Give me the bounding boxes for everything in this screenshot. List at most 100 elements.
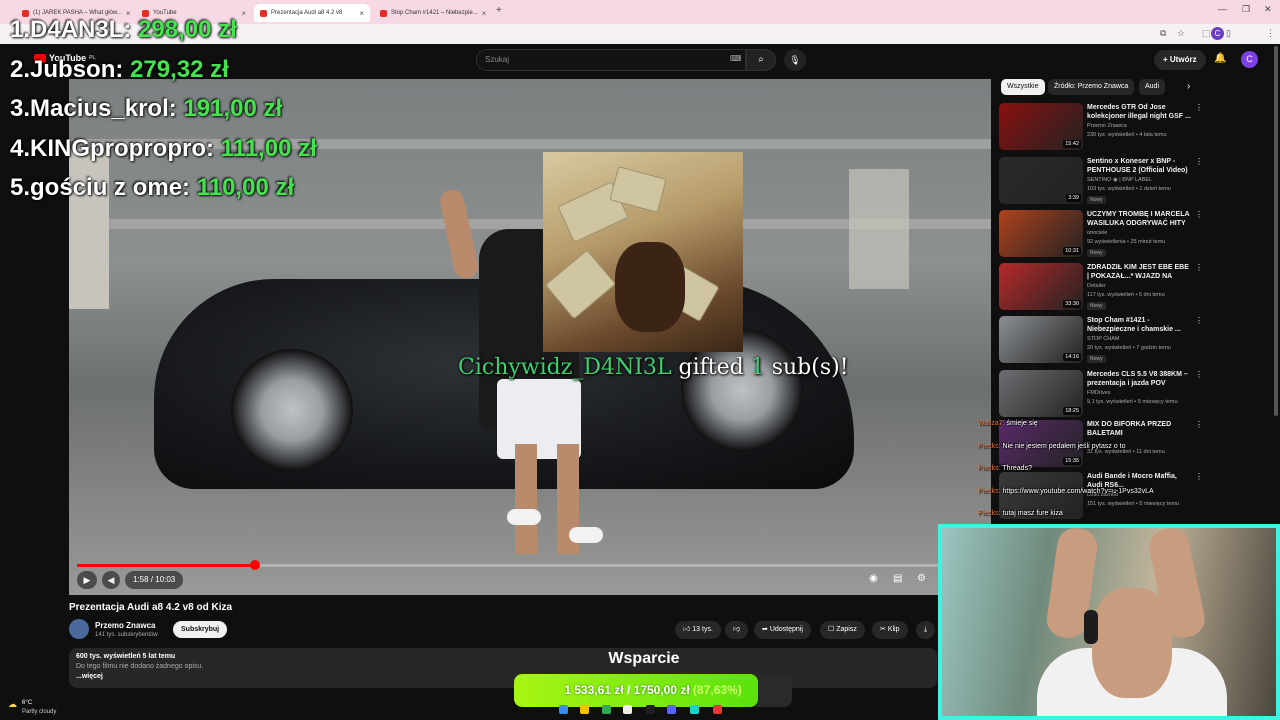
recommendation-channel[interactable]: SENTINO ◉ | BNP LABEL bbox=[1087, 177, 1152, 183]
video-thumbnail[interactable]: 14:16 bbox=[999, 316, 1083, 363]
recommendation-item[interactable]: 10:31 UCZYMY TROMBĘ I MARCELA WASILUKA OD… bbox=[999, 210, 1203, 262]
recommendation-channel[interactable]: STOP CHAM bbox=[1087, 336, 1120, 342]
clip-button[interactable]: ✂ Klip bbox=[872, 621, 908, 639]
voice-search-button[interactable]: 🎙 bbox=[784, 49, 806, 71]
recommendation-item[interactable]: 15:42 Mercedes GTR Od Jose kolekcjoner il… bbox=[999, 103, 1203, 155]
subscribe-button[interactable]: Subskrybuj bbox=[173, 621, 228, 638]
discord-icon[interactable] bbox=[667, 705, 676, 714]
more-options-icon[interactable]: ⋮ bbox=[1195, 370, 1203, 379]
recommendation-channel[interactable]: Detailer bbox=[1087, 283, 1106, 289]
close-tab-icon[interactable]: × bbox=[482, 9, 487, 18]
download-button[interactable]: ⤓ bbox=[916, 621, 936, 639]
recommendation-title[interactable]: Mercedes GTR Od Jose kolekcjoner illegal… bbox=[1087, 103, 1191, 121]
video-thumbnail[interactable]: 18:25 bbox=[999, 370, 1083, 417]
recommendation-title[interactable]: UCZYMY TROMBĘ I MARCELA WASILUKA ODGRYWA… bbox=[1087, 210, 1191, 228]
recommendation-item[interactable]: 18:25 Mercedes CLS 5.5 V8 388KM – prezent… bbox=[999, 370, 1203, 422]
chrome-icon[interactable] bbox=[602, 705, 611, 714]
progress-scrubber[interactable] bbox=[249, 560, 260, 570]
video-duration: 14:16 bbox=[1063, 353, 1081, 361]
recommendation-item[interactable]: 3:39 Sentino x Koneser x BNP - PENTHOUSE … bbox=[999, 157, 1203, 209]
money-gif-overlay bbox=[543, 152, 743, 352]
new-badge: Nowy bbox=[1087, 355, 1106, 363]
video-title: Prezentacja Audi a8 4.2 v8 od Kiza bbox=[69, 602, 233, 613]
account-avatar[interactable]: C bbox=[1241, 51, 1258, 68]
goal-target: 1750,00 zł bbox=[633, 683, 690, 697]
cast-icon[interactable]: ⧉ bbox=[1160, 28, 1166, 39]
notifications-bell-icon[interactable]: 🔔 bbox=[1214, 53, 1226, 64]
leaderboard-name: Macius_krol: bbox=[30, 95, 184, 122]
video-thumbnail[interactable]: 10:31 bbox=[999, 210, 1083, 257]
leaderboard-rank: 4. bbox=[10, 134, 31, 162]
save-button[interactable]: ☐ Zapisz bbox=[820, 621, 865, 639]
close-window-icon[interactable]: ✕ bbox=[1264, 4, 1272, 15]
start-icon[interactable] bbox=[559, 705, 568, 714]
keyboard-icon[interactable]: ⌨ bbox=[730, 54, 742, 63]
recommendation-item[interactable]: 33:30 ZDRADZIŁ KIM JEST EBE EBE | POKAZAŁ… bbox=[999, 263, 1203, 315]
recommendation-meta: 117 tys. wyświetleń • 5 dni temu bbox=[1087, 292, 1165, 298]
maximize-icon[interactable]: ❐ bbox=[1242, 4, 1250, 15]
recommendation-title[interactable]: ZDRADZIŁ KIM JEST EBE EBE | POKAZAŁ...* … bbox=[1087, 263, 1191, 281]
share-button[interactable]: ➦ Udostępnij bbox=[754, 621, 811, 639]
video-thumbnail[interactable]: 15:42 bbox=[999, 103, 1083, 150]
extensions-icon[interactable]: ⬚ bbox=[1202, 28, 1211, 39]
more-options-icon[interactable]: ⋮ bbox=[1195, 103, 1203, 112]
weather-icon[interactable]: ☁ bbox=[8, 699, 17, 710]
more-options-icon[interactable]: ⋮ bbox=[1195, 263, 1203, 272]
channel-name[interactable]: Przemo Znawca bbox=[95, 621, 155, 630]
app-icon[interactable] bbox=[713, 705, 722, 714]
more-options-icon[interactable]: ⋮ bbox=[1195, 316, 1203, 325]
chip-source[interactable]: Źródło: Przemo Znawca bbox=[1048, 79, 1135, 95]
autoplay-toggle-icon[interactable]: ◉ bbox=[869, 573, 878, 584]
chip-audi[interactable]: Audi bbox=[1139, 79, 1166, 95]
app-icon[interactable] bbox=[623, 705, 632, 714]
leaderboard-name: Jubson: bbox=[30, 55, 131, 83]
chat-text: https://www.youtube.com/watch?v=u-1Pvs32… bbox=[1002, 487, 1154, 495]
app-icon[interactable] bbox=[690, 705, 699, 714]
recommendation-channel[interactable]: Przemo Znawca bbox=[1087, 123, 1127, 129]
video-thumbnail[interactable]: 3:39 bbox=[999, 157, 1083, 204]
like-count: 13 tys. bbox=[692, 626, 713, 633]
settings-gear-icon[interactable]: ⚙ bbox=[917, 573, 926, 584]
obs-icon[interactable] bbox=[646, 705, 655, 714]
goal-separator: / bbox=[623, 683, 634, 697]
dislike-button[interactable]: 👎︎ bbox=[725, 621, 749, 639]
leaderboard-row: 1.D4AN3L: 298,00 zł bbox=[10, 10, 390, 50]
recommendation-item[interactable]: 14:16 Stop Cham #1421 - Niebezpieczne i c… bbox=[999, 316, 1203, 368]
search-input[interactable]: Szukaj bbox=[476, 49, 746, 71]
browser-profile-avatar[interactable]: C bbox=[1211, 27, 1224, 40]
recommendation-channel[interactable]: onociele bbox=[1087, 230, 1108, 236]
chat-text: Threads? bbox=[1002, 465, 1032, 472]
show-more-link[interactable]: ...więcej bbox=[76, 673, 930, 680]
channel-avatar[interactable] bbox=[69, 619, 89, 639]
volume-button[interactable]: ◀ bbox=[102, 571, 120, 589]
chip-all[interactable]: Wszystkie bbox=[1001, 79, 1045, 95]
browser-menu-icon[interactable]: ⋮ bbox=[1266, 28, 1275, 39]
video-progress-bar[interactable] bbox=[77, 560, 983, 570]
bookmark-star-icon[interactable]: ☆ bbox=[1177, 28, 1185, 39]
subtitles-icon[interactable]: ▤ bbox=[893, 573, 902, 584]
page-scrollbar[interactable] bbox=[1274, 46, 1278, 416]
browser-tab[interactable]: Stop Cham #1421 – Niebezpie... × bbox=[374, 4, 490, 22]
search-button[interactable]: ⌕ bbox=[746, 49, 776, 71]
chat-username: Piecks: bbox=[978, 442, 1001, 450]
new-tab-icon[interactable]: + bbox=[496, 5, 502, 16]
video-thumbnail[interactable]: 33:30 bbox=[999, 263, 1083, 310]
create-button[interactable]: + Utwórz bbox=[1154, 50, 1206, 70]
chat-message: Waliza7: śmieje się bbox=[978, 416, 1238, 439]
file-explorer-icon[interactable] bbox=[580, 705, 589, 714]
recommendation-title[interactable]: Mercedes CLS 5.5 V8 388KM – prezentacja … bbox=[1087, 370, 1191, 388]
more-options-icon[interactable]: ⋮ bbox=[1195, 157, 1203, 166]
more-options-icon[interactable]: ⋮ bbox=[1195, 210, 1203, 219]
recommendation-title[interactable]: Stop Cham #1421 - Niebezpieczne i chamsk… bbox=[1087, 316, 1191, 334]
minimize-icon[interactable]: — bbox=[1218, 4, 1227, 14]
like-button[interactable]: 👍︎ 13 tys. bbox=[675, 621, 721, 639]
recommendation-meta: 20 tys. wyświetleń • 7 godzin temu bbox=[1087, 345, 1171, 351]
donation-goal-bar: 1 533,61 zł / 1750,00 zł (87,63%) bbox=[514, 674, 792, 707]
recommendation-title[interactable]: Sentino x Koneser x BNP - PENTHOUSE 2 (O… bbox=[1087, 157, 1191, 175]
sidebar-icon[interactable]: ▯ bbox=[1226, 28, 1231, 39]
share-label: Udostępnij bbox=[769, 626, 803, 633]
chevron-right-icon[interactable]: › bbox=[1187, 81, 1190, 92]
play-button[interactable]: ▶ bbox=[77, 571, 97, 589]
description-box[interactable]: 600 tys. wyświetleń 5 lat temu Do tego f… bbox=[69, 648, 937, 688]
recommendation-channel[interactable]: FMDrives bbox=[1087, 390, 1111, 396]
